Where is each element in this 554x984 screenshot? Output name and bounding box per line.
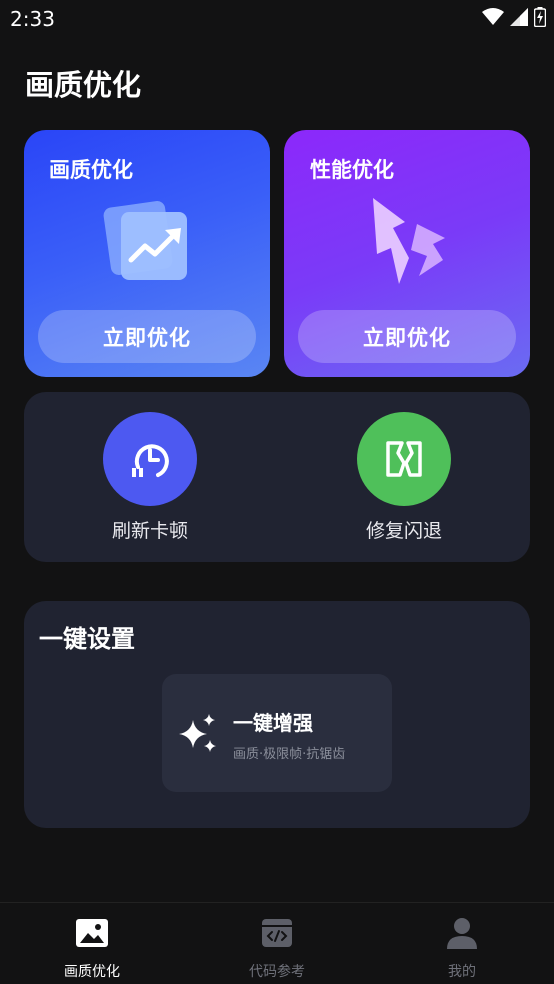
- sparkle-icon: [179, 714, 216, 752]
- one-click-enhance-button[interactable]: 一键增强 画质·极限帧·抗锯齿: [162, 674, 392, 792]
- status-icons: [482, 7, 546, 27]
- fix-crash-label: 修复闪退: [365, 520, 442, 542]
- trend-chart-icon: [103, 201, 187, 280]
- lightning-icon: [373, 198, 445, 284]
- fix-crash-button[interactable]: [357, 412, 451, 506]
- status-time: 2:33: [10, 7, 55, 31]
- performance-optimize-card[interactable]: 性能优化 立即优化: [284, 130, 530, 377]
- nav-item-code-reference[interactable]: 代码参考: [217, 915, 337, 981]
- quality-card-title: 画质优化: [49, 158, 133, 182]
- one-click-enhance-title: 一键增强: [233, 711, 313, 735]
- quality-optimize-button[interactable]: 立即优化: [38, 310, 256, 363]
- repair-icon: [386, 441, 422, 477]
- status-bar: 2:33: [0, 0, 554, 38]
- tools-card: 刷新卡顿 修复闪退: [24, 392, 530, 562]
- bottom-nav: 画质优化 代码参考 我的: [0, 902, 554, 984]
- nav-label-quality: 画质优化: [64, 964, 120, 980]
- one-click-settings-card: 一键设置 一键增强 画质·极限帧·抗锯齿: [24, 601, 530, 828]
- page-title: 画质优化: [25, 68, 142, 102]
- performance-card-title: 性能优化: [310, 158, 394, 182]
- image-icon: [76, 919, 108, 947]
- one-click-enhance-subtitle: 画质·极限帧·抗锯齿: [233, 747, 346, 762]
- refresh-lag-tool[interactable]: 刷新卡顿: [70, 412, 230, 552]
- clock-refresh-icon: [132, 444, 169, 477]
- battery-icon: [534, 7, 546, 27]
- signal-icon: [510, 8, 528, 26]
- one-click-settings-title: 一键设置: [39, 625, 135, 653]
- refresh-lag-button[interactable]: [103, 412, 197, 506]
- nav-item-me[interactable]: 我的: [402, 915, 522, 981]
- nav-item-quality[interactable]: 画质优化: [32, 915, 152, 981]
- person-icon: [447, 918, 477, 949]
- refresh-lag-label: 刷新卡顿: [111, 520, 188, 542]
- fix-crash-tool[interactable]: 修复闪退: [324, 412, 484, 552]
- quality-optimize-card[interactable]: 画质优化 立即优化: [24, 130, 270, 377]
- wifi-icon: [482, 8, 504, 25]
- nav-label-code-reference: 代码参考: [249, 964, 305, 980]
- nav-label-me: 我的: [448, 964, 476, 980]
- code-icon: [262, 919, 292, 947]
- performance-optimize-button[interactable]: 立即优化: [298, 310, 516, 363]
